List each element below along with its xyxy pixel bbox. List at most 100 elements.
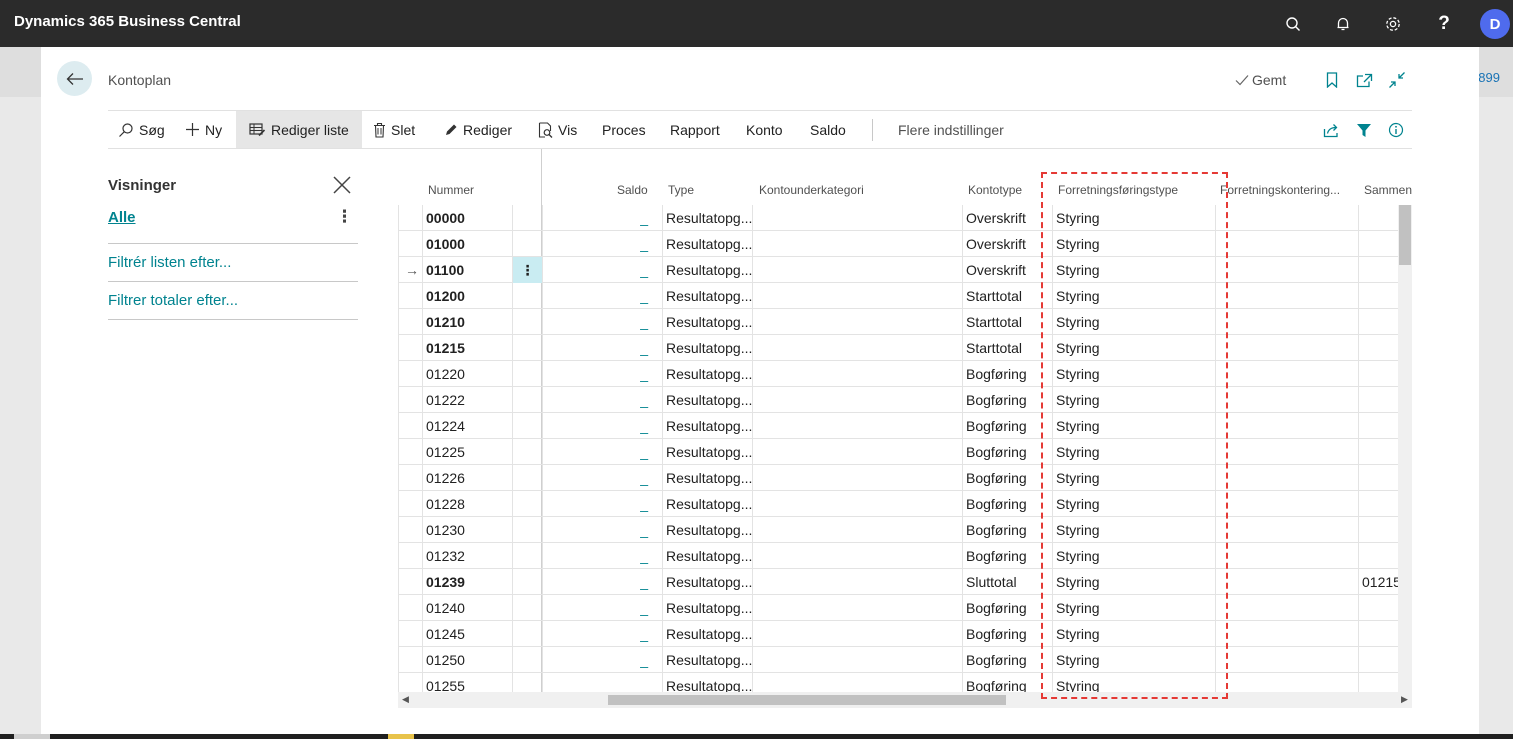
table-row[interactable]: 01245 _ Resultatopg... Bogføring Styring <box>398 621 1398 647</box>
balance-cell[interactable]: _ <box>542 647 662 673</box>
table-row[interactable]: 01000 _ Resultatopg... Overskrift Styring <box>398 231 1398 257</box>
account-number[interactable]: 01100 <box>422 257 512 283</box>
balance-cell[interactable]: _ <box>542 309 662 335</box>
row-menu[interactable] <box>512 361 542 387</box>
app-title[interactable]: Dynamics 365 Business Central <box>14 13 241 30</box>
column-header-account-type[interactable]: Kontotype <box>968 183 1022 197</box>
filter-totals-link[interactable]: Filtrer totaler efter... <box>108 292 238 309</box>
balance-cell[interactable]: _ <box>542 283 662 309</box>
new-button[interactable]: Ny <box>185 111 222 148</box>
row-menu[interactable] <box>512 413 542 439</box>
account-number[interactable]: 01224 <box>422 413 512 439</box>
close-icon[interactable] <box>332 175 352 195</box>
account-number[interactable]: 00000 <box>422 205 512 231</box>
row-menu[interactable] <box>512 335 542 361</box>
balance-cell[interactable]: _ <box>542 621 662 647</box>
vertical-scrollbar[interactable] <box>1398 205 1412 692</box>
table-row[interactable]: 01215 _ Resultatopg... Starttotal Styring <box>398 335 1398 361</box>
table-row[interactable]: 01224 _ Resultatopg... Bogføring Styring <box>398 413 1398 439</box>
back-button[interactable] <box>57 61 92 96</box>
row-menu[interactable] <box>512 517 542 543</box>
account-number[interactable]: 01239 <box>422 569 512 595</box>
table-row[interactable]: 01225 _ Resultatopg... Bogføring Styring <box>398 439 1398 465</box>
view-more-icon[interactable]: ⋮ <box>336 207 353 227</box>
row-menu[interactable] <box>512 647 542 673</box>
vertical-scroll-thumb[interactable] <box>1399 205 1411 265</box>
balance-menu[interactable]: Saldo <box>810 111 846 148</box>
table-row[interactable]: 01220 _ Resultatopg... Bogføring Styring <box>398 361 1398 387</box>
row-menu[interactable] <box>512 673 542 692</box>
row-menu[interactable] <box>512 543 542 569</box>
bell-icon[interactable] <box>1330 11 1356 37</box>
table-row[interactable]: 01250 _ Resultatopg... Bogføring Styring <box>398 647 1398 673</box>
balance-cell[interactable]: _ <box>542 543 662 569</box>
table-row[interactable]: 01228 _ Resultatopg... Bogføring Styring <box>398 491 1398 517</box>
row-menu[interactable] <box>512 569 542 595</box>
column-header-totaling[interactable]: Sammentælling <box>1364 183 1412 197</box>
account-number[interactable]: 01225 <box>422 439 512 465</box>
row-menu[interactable] <box>512 491 542 517</box>
account-number[interactable]: 01232 <box>422 543 512 569</box>
balance-cell[interactable]: _ <box>542 595 662 621</box>
account-number[interactable]: 01000 <box>422 231 512 257</box>
table-row[interactable]: 01226 _ Resultatopg... Bogføring Styring <box>398 465 1398 491</box>
account-number[interactable]: 01200 <box>422 283 512 309</box>
info-icon[interactable] <box>1386 120 1406 140</box>
balance-cell[interactable]: _ <box>542 257 662 283</box>
account-number[interactable]: 01220 <box>422 361 512 387</box>
account-number[interactable]: 01226 <box>422 465 512 491</box>
table-row[interactable]: 00000 _ Resultatopg... Overskrift Styring <box>398 205 1398 231</box>
search-button[interactable]: Søg <box>118 111 165 148</box>
balance-cell[interactable]: _ <box>542 439 662 465</box>
table-row[interactable]: 01255 _ Resultatopg... Bogføring Styring <box>398 673 1398 692</box>
column-header-subcategory[interactable]: Kontounderkategori <box>759 183 864 197</box>
row-menu[interactable] <box>512 205 542 231</box>
row-actions-icon[interactable]: ⋮ <box>512 257 542 283</box>
collapse-icon[interactable] <box>1387 70 1407 90</box>
horizontal-scroll-thumb[interactable] <box>608 695 1006 705</box>
edit-list-button[interactable]: Rediger liste <box>236 111 362 148</box>
view-button[interactable]: Vis <box>538 111 577 148</box>
balance-cell[interactable]: _ <box>542 231 662 257</box>
row-menu[interactable] <box>512 309 542 335</box>
table-row[interactable]: 01222 _ Resultatopg... Bogføring Styring <box>398 387 1398 413</box>
balance-cell[interactable]: _ <box>542 465 662 491</box>
account-number[interactable]: 01228 <box>422 491 512 517</box>
edit-button[interactable]: Rediger <box>444 111 512 148</box>
horizontal-scrollbar[interactable]: ◀ ▶ <box>398 692 1412 708</box>
view-all-link[interactable]: Alle <box>108 209 136 226</box>
column-header-business-posting[interactable]: Forretningskontering... <box>1220 183 1342 197</box>
balance-cell[interactable]: _ <box>542 569 662 595</box>
balance-cell[interactable]: _ <box>542 387 662 413</box>
row-menu[interactable] <box>512 387 542 413</box>
delete-button[interactable]: Slet <box>373 111 415 148</box>
account-number[interactable]: 01245 <box>422 621 512 647</box>
account-number[interactable]: 01230 <box>422 517 512 543</box>
row-menu[interactable] <box>512 465 542 491</box>
row-menu[interactable] <box>512 283 542 309</box>
row-menu[interactable] <box>512 439 542 465</box>
row-menu[interactable] <box>512 231 542 257</box>
balance-cell[interactable]: _ <box>542 491 662 517</box>
search-icon[interactable] <box>1280 11 1306 37</box>
balance-cell[interactable]: _ <box>542 205 662 231</box>
balance-cell[interactable]: _ <box>542 413 662 439</box>
account-number[interactable]: 01255 <box>422 673 512 692</box>
help-icon[interactable]: ? <box>1431 11 1457 37</box>
gear-icon[interactable] <box>1380 11 1406 37</box>
column-header-type[interactable]: Type <box>668 183 694 197</box>
avatar[interactable]: D <box>1480 9 1510 39</box>
balance-cell[interactable]: _ <box>542 517 662 543</box>
scroll-right-icon[interactable]: ▶ <box>1401 694 1408 705</box>
table-row[interactable]: 01240 _ Resultatopg... Bogføring Styring <box>398 595 1398 621</box>
balance-cell[interactable]: _ <box>542 335 662 361</box>
row-menu[interactable] <box>512 595 542 621</box>
account-number[interactable]: 01210 <box>422 309 512 335</box>
report-menu[interactable]: Rapport <box>670 111 720 148</box>
filter-list-link[interactable]: Filtrér listen efter... <box>108 254 231 271</box>
bookmark-icon[interactable] <box>1322 70 1342 90</box>
filter-icon[interactable] <box>1354 120 1374 140</box>
row-menu[interactable] <box>512 621 542 647</box>
open-new-window-icon[interactable] <box>1354 70 1374 90</box>
table-row[interactable]: 01200 _ Resultatopg... Starttotal Styring <box>398 283 1398 309</box>
